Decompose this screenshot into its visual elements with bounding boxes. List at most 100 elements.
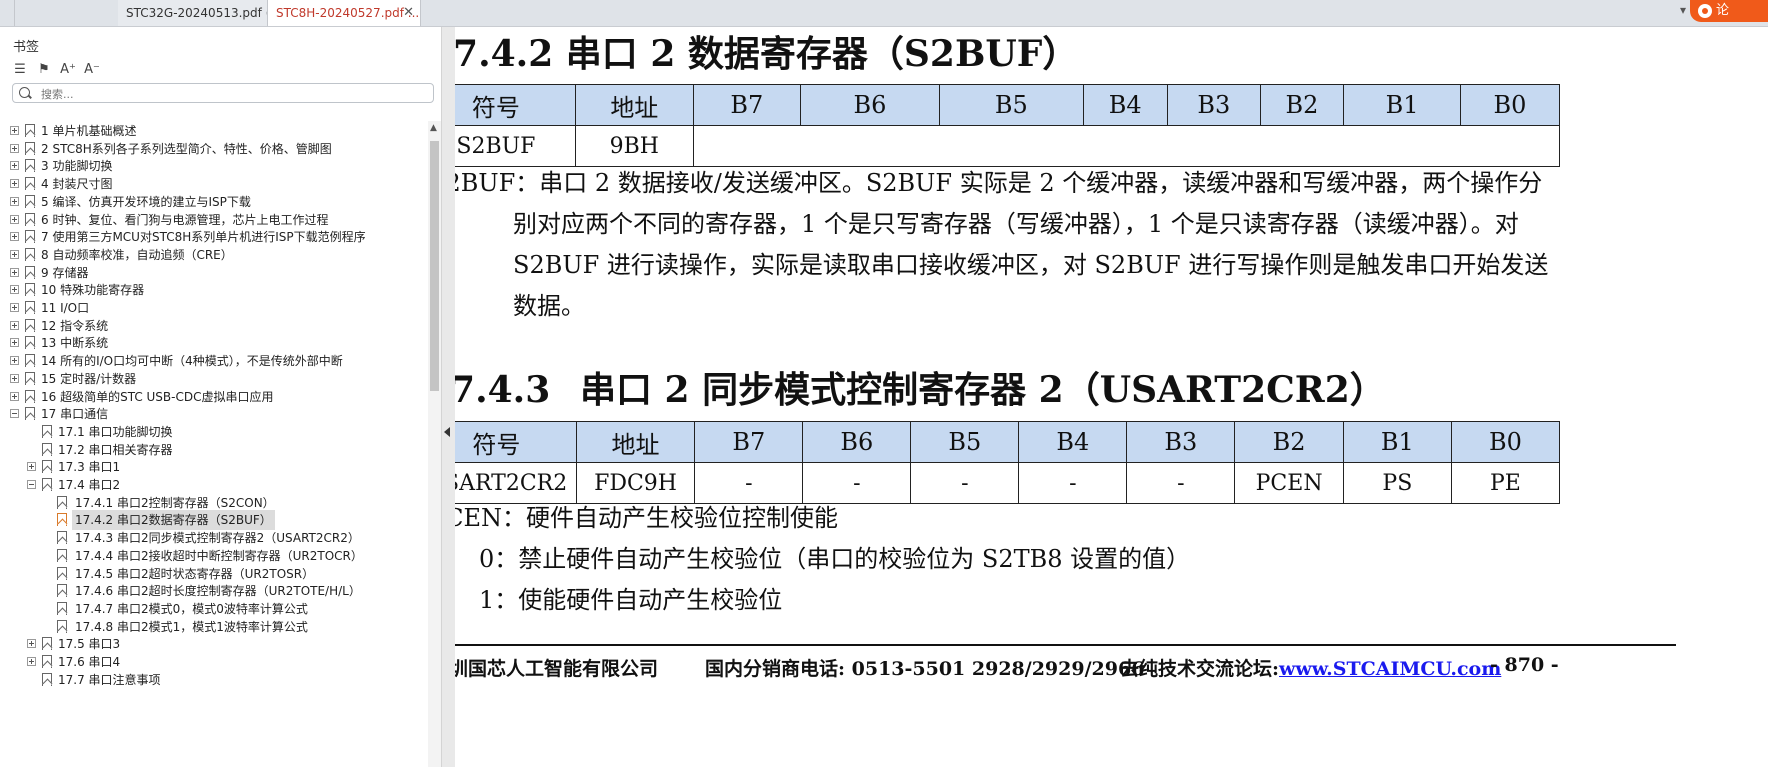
bookmark-icon [57,548,67,562]
tab-overflow-icon[interactable]: ▾ [1680,3,1686,17]
brand-badge[interactable]: 论 [1690,0,1768,22]
header-cell: 符号 [455,84,576,126]
header-cell: 符号 [455,421,577,463]
usart2cr2-description: PCEN：硬件自动产生校验位控制使能 0：禁止硬件自动产生校验位（串口的校验位为… [455,498,1190,621]
expand-icon[interactable] [27,462,36,472]
expand-icon[interactable] [10,161,19,171]
expand-icon[interactable] [10,143,19,153]
bookmark-icon [42,672,52,686]
sidebar-scrollbar[interactable]: ▲ [428,121,441,767]
data-cell: PE [1450,462,1561,504]
bookmark-icon [25,177,35,191]
pdf-page: 17.4.2 串口 2 数据寄存器（S2BUF） 符号 地址 B7 B6 B5 B4 B3 B… [455,27,1768,767]
expand-icon[interactable] [10,285,19,295]
bookmark-icon [57,584,67,598]
tab-stc8h[interactable]: STC8H-20240527.pdf ... ✕ [268,0,421,26]
header-cell: B2 [1259,84,1345,126]
expand-icon[interactable] [10,303,19,312]
bookmark-icon [25,389,35,403]
bookmark-icon [25,301,35,314]
cell-address: 9BH [574,125,694,167]
header-cell: B7 [692,84,801,126]
bookmark-icon [25,212,35,226]
register-table-usart2cr2: 符号地址B7B6B5B4B3B2B1B0 USART2CR2FDC9H-----… [455,421,1561,504]
close-icon[interactable]: ✕ [403,0,414,26]
collapse-icon[interactable] [27,480,36,489]
bookmark-icon [25,265,35,279]
bookmark-toolbar: ☰ ⚑ A⁺ A⁻ [12,58,108,78]
bookmark-icon [25,371,35,385]
tab-bar: STC32G-20240513.pdf (... STC8H-20240527.… [0,0,1768,27]
bookmark-search-input[interactable] [39,84,423,104]
bookmark-icon [42,424,52,438]
header-cell: B5 [939,84,1084,126]
page-number: - 870 - [1490,654,1559,676]
bookmark-label: 17.7 串口注意事项 [58,672,161,687]
para-line: S2BUF 进行读操作，实际是读取串口接收缓冲区，对 S2BUF 进行写操作则是… [513,251,1549,279]
header-cell: B5 [910,421,1020,463]
cell-symbol: S2BUF [455,125,576,167]
bookmark-item[interactable]: 17.7 串口注意事项 [0,670,428,690]
collapse-panel-icon[interactable] [444,427,450,437]
bookmark-icon [57,601,67,615]
bookmark-icon [25,318,35,332]
bookmark-panel: 书签 ☰ ⚑ A⁺ A⁻ 1 单片机基础概述2 STC8H系列各子系列选型简介、特性、… [0,27,442,767]
bookmark-add-icon[interactable]: ⚑ [36,62,52,78]
expand-icon[interactable] [10,356,19,366]
expand-icon[interactable] [10,391,19,401]
bookmark-icon [57,619,67,633]
expand-icon[interactable] [10,267,19,277]
header-cell: B0 [1459,84,1561,126]
header-cell: B6 [799,84,941,126]
font-decrease-icon[interactable]: A⁻ [84,62,100,78]
expand-icon[interactable] [27,639,36,649]
expand-icon[interactable] [10,232,19,242]
page-footer: 深圳国芯人工智能有限公司 国内分销商电话: 0513-5501 2928/292… [455,644,1676,680]
para-line: PCEN：硬件自动产生校验位控制使能 [455,504,839,532]
header-cell: B3 [1126,421,1236,463]
bookmark-icon [57,566,67,580]
header-cell: B2 [1234,421,1344,463]
para-line: 1：使能硬件自动产生校验位 [479,586,783,614]
bookmark-icon [25,124,35,137]
bookmark-icon [42,637,52,651]
expand-icon[interactable] [10,249,19,259]
tab-partial[interactable] [0,0,15,26]
header-cell: 地址 [575,421,696,463]
brand-icon [1698,3,1712,18]
header-cell: B3 [1166,84,1261,126]
collapse-icon[interactable] [10,409,19,419]
header-cell: B1 [1342,421,1452,463]
para-line: 0：禁止硬件自动产生校验位（串口的校验位为 S2TB8 设置的值） [479,545,1191,573]
font-increase-icon[interactable]: A⁺ [60,62,76,78]
footer-phone: 国内分销商电话: 0513-5501 2928/2929/2966 [705,658,1145,680]
bookmark-icon [25,194,35,208]
bookmark-icon [25,354,35,368]
bookmark-tree: 1 单片机基础概述 2 STC8H系列各子系列选型简介、特性、价格、管脚图 3 功能… [0,121,428,767]
forum-link[interactable]: www.STCAIMCU.com [1279,658,1501,680]
bookmark-icon [25,407,35,421]
expand-icon[interactable] [10,214,19,224]
search-icon [19,87,30,98]
expand-icon[interactable] [10,126,19,135]
scroll-up-icon[interactable]: ▲ [430,123,437,133]
list-view-icon[interactable]: ☰ [12,62,28,78]
scrollbar-thumb[interactable] [430,141,439,391]
panel-splitter[interactable] [442,27,455,767]
expand-icon[interactable] [10,338,19,348]
tab-stc32g[interactable]: STC32G-20240513.pdf (... [118,0,268,26]
header-cell: 地址 [574,84,694,126]
bookmark-search[interactable] [12,83,434,104]
expand-icon[interactable] [10,196,19,206]
bookmark-icon [25,283,35,297]
expand-icon[interactable] [10,320,19,330]
header-cell: B0 [1450,421,1561,463]
bookmark-icon [42,478,52,491]
expand-icon[interactable] [10,179,19,189]
expand-icon[interactable] [27,657,36,666]
bookmark-icon [57,531,67,545]
para-line: 别对应两个不同的寄存器，1 个是只写寄存器（写缓冲器），1 个是只读寄存器（读缓… [513,210,1519,238]
expand-icon[interactable] [10,373,19,383]
footer-forum: 去纯技术交流论坛:www.STCAIMCU.com [1120,658,1502,680]
para-line: 数据。 [513,292,585,320]
